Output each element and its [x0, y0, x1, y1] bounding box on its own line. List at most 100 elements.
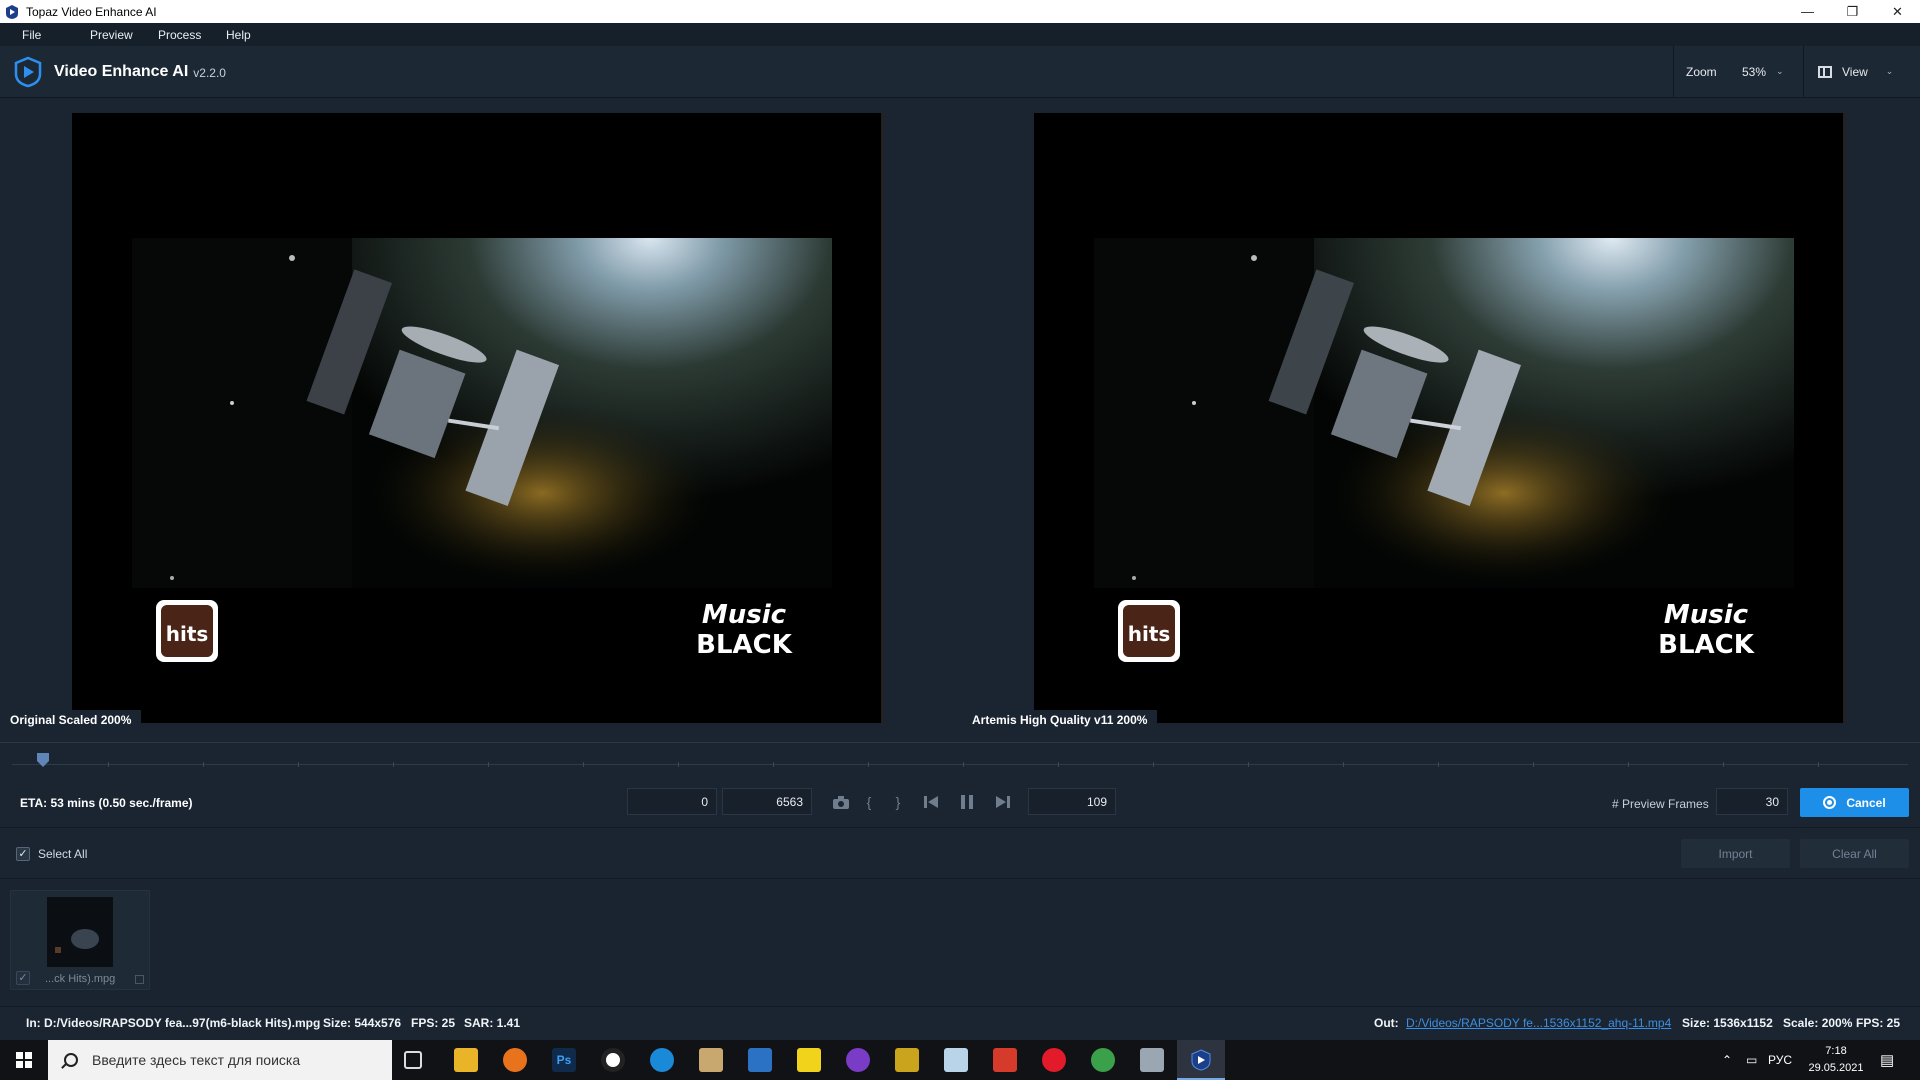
chevron-down-icon: ⌄ [1776, 66, 1784, 76]
aimp-icon[interactable] [895, 1048, 919, 1072]
app-sun-icon[interactable] [503, 1048, 527, 1072]
set-in-point-icon[interactable]: { [859, 792, 879, 812]
zoom-dropdown[interactable]: Zoom 53% ⌄ [1673, 45, 1798, 98]
app-logo-icon [6, 4, 18, 19]
sticky-notes-icon[interactable] [797, 1048, 821, 1072]
camera-icon[interactable] [831, 792, 851, 812]
zoom-label: Zoom [1686, 64, 1717, 79]
task-view-icon[interactable] [404, 1051, 422, 1069]
eta-text: ETA: 53 mins (0.50 sec./frame) [20, 796, 193, 810]
view-dropdown[interactable]: View ⌄ [1803, 45, 1920, 98]
timeline-playhead-handle[interactable] [37, 753, 49, 767]
podcast-app-icon[interactable] [846, 1048, 870, 1072]
taskbar-search-box[interactable]: Введите здесь текст для поиска [48, 1040, 392, 1080]
split-view-icon [1818, 65, 1832, 78]
clear-all-button[interactable]: Clear All [1800, 839, 1909, 868]
menu-help[interactable]: Help [204, 28, 272, 42]
topaz-app-icon [1191, 1049, 1211, 1071]
window-titlebar: Topaz Video Enhance AI — ❐ ✕ [0, 0, 1920, 23]
queue-item-options-icon[interactable] [135, 975, 144, 984]
output-scale: Scale: 200% [1783, 1016, 1853, 1030]
cancel-button-label: Cancel [1846, 795, 1886, 810]
step-forward-icon[interactable] [993, 792, 1013, 812]
set-out-point-icon[interactable]: } [888, 792, 908, 812]
minimize-button[interactable]: — [1785, 0, 1830, 23]
cancel-button[interactable]: Cancel [1800, 788, 1909, 817]
status-bar: In: D:/Videos/RAPSODY fea...97(m6-black … [0, 1006, 1920, 1038]
notes-app-icon[interactable] [699, 1048, 723, 1072]
remote-desktop-icon[interactable] [1140, 1048, 1164, 1072]
preview-area: hits Music BLACK hits Music BLACK Origin… [0, 98, 1920, 730]
import-button[interactable]: Import [1681, 839, 1790, 868]
close-button[interactable]: ✕ [1875, 0, 1920, 23]
edge-icon[interactable] [650, 1048, 674, 1072]
end-frame-input[interactable]: 6563 [722, 788, 812, 815]
hits-logo-text: hits [1128, 622, 1171, 646]
taskbar-clock[interactable]: 7:18 29.05.2021 [1800, 1043, 1872, 1077]
input-sar: SAR: 1.41 [464, 1016, 521, 1030]
window-title: Topaz Video Enhance AI [26, 4, 157, 19]
restore-button[interactable]: ❐ [1830, 0, 1875, 23]
app-brand: Video Enhance AI [54, 62, 189, 80]
preview-frames-input[interactable]: 30 [1716, 788, 1788, 815]
show-hidden-icons-icon[interactable]: ⌃ [1722, 1040, 1732, 1080]
notifications-icon[interactable]: ▤ [1880, 1040, 1894, 1080]
input-size: Size: 544x576 [323, 1016, 402, 1030]
queue-item[interactable]: ✓ ...ck Hits).mpg [10, 890, 150, 990]
original-video-frame-image: hits Music BLACK [72, 113, 884, 723]
enhanced-preview-caption: Artemis High Quality v11 200% [962, 710, 1158, 730]
pdf-app-icon[interactable] [993, 1048, 1017, 1072]
queue-item-checkbox[interactable]: ✓ [16, 971, 30, 985]
opera-icon[interactable] [1042, 1048, 1066, 1072]
preview-frames-label: # Preview Frames [1612, 797, 1709, 811]
start-button[interactable] [0, 1040, 48, 1080]
select-all-label: Select All [38, 847, 88, 861]
output-fps: FPS: 25 [1856, 1016, 1901, 1030]
app-header: Video Enhance AI v2.2.0 Zoom 53% ⌄ View … [0, 45, 1920, 98]
chrome-icon[interactable] [1091, 1048, 1115, 1072]
output-size: Size: 1536x1152 [1682, 1016, 1773, 1030]
chevron-down-icon: ⌄ [1885, 66, 1894, 76]
timeline-scrubber[interactable] [0, 742, 1920, 774]
input-fps: FPS: 25 [411, 1016, 456, 1030]
topaz-taskbar-button[interactable] [1177, 1040, 1225, 1080]
writing-app-icon[interactable] [944, 1048, 968, 1072]
calculator-icon[interactable] [748, 1048, 772, 1072]
taskbar-search-placeholder: Введите здесь текст для поиска [92, 1052, 301, 1068]
recorder-icon[interactable] [601, 1048, 625, 1072]
enhanced-preview-frame[interactable]: hits Music BLACK [1034, 113, 1846, 723]
topaz-logo-icon [14, 56, 42, 87]
original-preview-frame[interactable]: hits Music BLACK [72, 113, 884, 723]
music-black-logo-line2: BLACK [696, 630, 793, 660]
start-frame-input[interactable]: 0 [627, 788, 717, 815]
view-label: View [1842, 64, 1868, 79]
queue-item-name: ...ck Hits).mpg [45, 973, 116, 985]
photoshop-icon[interactable]: Ps [552, 1048, 576, 1072]
windows-taskbar: Введите здесь текст для поиска Ps ⌃ ▭ РУ… [0, 1040, 1920, 1080]
queue-list: ✓ ...ck Hits).mpg [0, 880, 1920, 1000]
language-indicator[interactable]: РУС [1768, 1040, 1792, 1080]
app-version: v2.2.0 [193, 66, 226, 80]
select-all-checkbox[interactable]: ✓ [16, 847, 30, 861]
menu-file[interactable]: File [0, 28, 68, 42]
file-explorer-icon[interactable] [454, 1048, 478, 1072]
video-thumbnail [47, 897, 113, 967]
music-black-logo-line1: Music [702, 600, 787, 630]
menu-bar: File Preview Process Help [0, 23, 1920, 46]
menu-preview[interactable]: Preview [68, 28, 136, 42]
playback-controls: ETA: 53 mins (0.50 sec./frame) 0 6563 { … [0, 778, 1920, 828]
current-frame-input[interactable]: 109 [1028, 788, 1116, 815]
output-label: Out: [1374, 1016, 1399, 1030]
menu-process[interactable]: Process [136, 28, 204, 42]
music-black-logo-line2: BLACK [1658, 630, 1755, 660]
step-back-icon[interactable] [921, 792, 941, 812]
music-black-logo-line1: Music [1664, 600, 1749, 630]
queue-header: ✓ Select All Import Clear All [0, 829, 1920, 879]
clock-time: 7:18 [1825, 1045, 1847, 1057]
cancel-icon [1823, 796, 1837, 809]
output-path-link[interactable]: D:/Videos/RAPSODY fe...1536x1152_ahq-11.… [1406, 1016, 1671, 1030]
search-icon [64, 1053, 78, 1067]
pause-icon[interactable] [957, 792, 977, 812]
network-icon[interactable]: ▭ [1746, 1040, 1757, 1080]
enhanced-video-frame-image: hits Music BLACK [1034, 113, 1846, 723]
